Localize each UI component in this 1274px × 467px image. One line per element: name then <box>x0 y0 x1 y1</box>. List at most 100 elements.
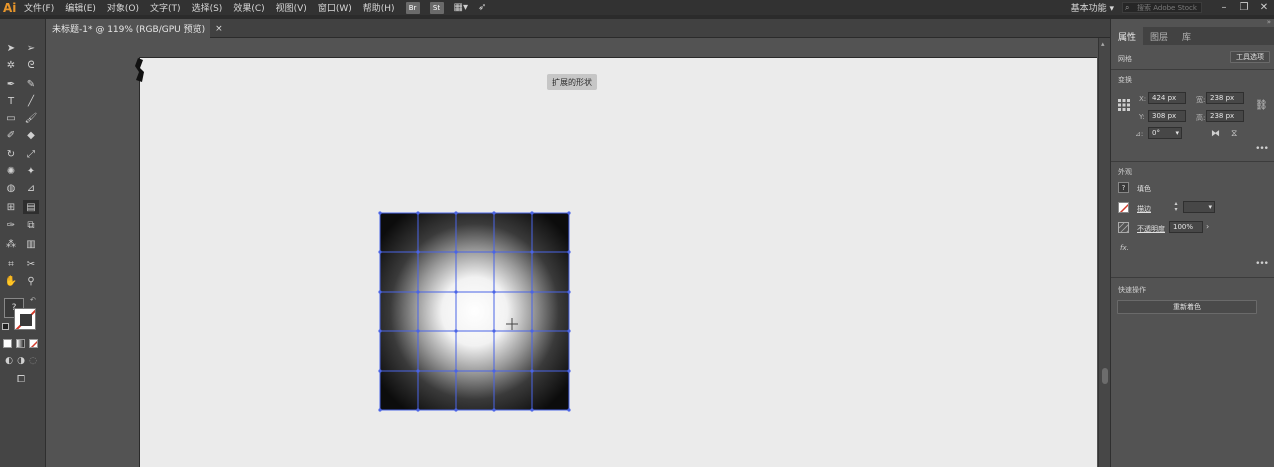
stroke-swatch[interactable] <box>14 308 36 330</box>
blend-tool-icon[interactable]: ⧉ <box>23 218 39 232</box>
scale-tool-icon[interactable]: ⤢ <box>23 147 39 161</box>
menu-view[interactable]: 视图(V) <box>276 1 307 14</box>
stock-button[interactable]: St <box>429 1 444 14</box>
scroll-up-icon[interactable]: ▴ <box>1101 40 1105 48</box>
menu-bar: Ai 文件(F) 编辑(E) 对象(O) 文字(T) 选择(S) 效果(C) 视… <box>0 0 1274 15</box>
color-mode-icon[interactable] <box>3 339 12 348</box>
stroke-label[interactable]: 描边 <box>1137 204 1151 214</box>
gradient-tool-icon[interactable]: ▤ <box>23 200 39 214</box>
gradient-mode-icon[interactable] <box>16 339 25 348</box>
x-field[interactable]: 424 px <box>1148 92 1186 104</box>
quick-actions-title: 快速操作 <box>1118 286 1146 294</box>
tools-panel: ➤ ➢ ✲ ᘓ ✒ ✎ T ╱ ▭ 🖌 ✐ ◆ ↻ ⤢ ✺ ✦ ◍ ⊿ ⊞ ▤ … <box>0 19 46 467</box>
artboard[interactable] <box>139 57 1097 467</box>
chevron-down-icon[interactable]: ▾ <box>1208 203 1212 211</box>
column-graph-tool-icon[interactable]: ▥ <box>23 237 39 251</box>
shape-builder-tool-icon[interactable]: ◍ <box>3 181 19 195</box>
draw-inside-icon[interactable]: ◌ <box>25 354 41 368</box>
link-proportions-icon[interactable]: ⛓ <box>1255 100 1268 111</box>
artboard-corner-marker <box>133 56 147 86</box>
symbol-sprayer-tool-icon[interactable]: ⁂ <box>3 237 19 251</box>
arrange-documents-icon[interactable]: ▦▾ <box>454 2 468 13</box>
tab-layers[interactable]: 图层 <box>1143 27 1175 45</box>
eraser-tool-icon[interactable]: ◆ <box>23 128 39 142</box>
menu-help[interactable]: 帮助(H) <box>363 1 395 14</box>
stroke-swatch-small[interactable] <box>1118 202 1129 213</box>
curvature-tool-icon[interactable]: ✎ <box>23 77 39 91</box>
slice-tool-icon[interactable]: ✂ <box>23 257 39 271</box>
fill-swatch-small[interactable]: ? <box>1118 182 1129 193</box>
rocket-icon[interactable]: ➶ <box>478 2 486 13</box>
screen-mode-icon[interactable]: ⧠ <box>13 372 29 386</box>
stroke-weight-stepper[interactable]: ▴ ▾ <box>1171 201 1181 213</box>
puppet-warp-tool-icon[interactable]: ✦ <box>23 164 39 178</box>
minimize-button[interactable]: – <box>1214 2 1234 13</box>
selection-tool-icon[interactable]: ➤ <box>3 41 19 55</box>
height-label: 高: <box>1196 114 1206 122</box>
rectangle-tool-icon[interactable]: ▭ <box>3 111 19 125</box>
tab-properties[interactable]: 属性 <box>1111 27 1144 45</box>
warp-tool-icon[interactable]: ✺ <box>3 164 19 178</box>
recolor-button[interactable]: 重新着色 <box>1117 300 1257 314</box>
default-colors-icon[interactable] <box>2 323 9 330</box>
reference-point-icon[interactable] <box>1118 99 1130 111</box>
more-options-icon[interactable]: ••• <box>1255 259 1269 269</box>
x-label: X: <box>1139 95 1147 103</box>
paintbrush-tool-icon[interactable]: 🖌 <box>23 111 39 125</box>
bridge-button[interactable]: Br <box>405 1 420 14</box>
chevron-down-icon[interactable]: ▾ <box>1175 129 1179 137</box>
menu-edit[interactable]: 编辑(E) <box>65 1 96 14</box>
shaper-tool-icon[interactable]: ✐ <box>3 128 19 142</box>
artboard-tool-icon[interactable]: ⌗ <box>3 257 19 271</box>
pen-tool-icon[interactable]: ✒ <box>3 77 19 91</box>
type-tool-icon[interactable]: T <box>3 94 19 108</box>
restore-button[interactable]: ❐ <box>1234 2 1254 13</box>
flip-horizontal-icon[interactable]: ⧓ <box>1211 129 1220 139</box>
y-label: Y: <box>1139 113 1145 121</box>
lasso-tool-icon[interactable]: ᘓ <box>23 58 39 72</box>
more-options-icon[interactable]: ••• <box>1255 144 1269 154</box>
width-field[interactable]: 238 px <box>1206 92 1244 104</box>
rotate-tool-icon[interactable]: ↻ <box>3 147 19 161</box>
hand-tool-icon[interactable]: ✋ <box>3 274 19 288</box>
opacity-field[interactable]: 100% <box>1169 221 1203 233</box>
tool-options-button[interactable]: 工具选项 <box>1230 51 1270 63</box>
direct-selection-tool-icon[interactable]: ➢ <box>23 41 39 55</box>
menu-file[interactable]: 文件(F) <box>24 1 54 14</box>
mesh-tool-icon[interactable]: ⊞ <box>3 200 19 214</box>
opacity-label[interactable]: 不透明度 <box>1137 224 1165 234</box>
none-mode-icon[interactable] <box>29 339 38 348</box>
scroll-thumb[interactable] <box>1102 368 1108 384</box>
document-tab-bar: 未标题-1* @ 119% (RGB/GPU 预览) × <box>46 19 1110 38</box>
stock-search-input[interactable]: ⌕ 搜索 Adobe Stock <box>1122 2 1202 13</box>
angle-field[interactable]: 0° ▾ <box>1148 127 1182 139</box>
document-tab[interactable]: 未标题-1* @ 119% (RGB/GPU 预览) × <box>46 19 223 38</box>
properties-panel: » 属性 图层 库 网格 工具选项 变换 X: 424 px 宽: 238 px… <box>1110 18 1274 467</box>
close-window-button[interactable]: ✕ <box>1254 2 1274 13</box>
menu-type[interactable]: 文字(T) <box>150 1 181 14</box>
swap-colors-icon[interactable]: ↶ <box>30 296 36 304</box>
flip-vertical-icon[interactable]: ⧖ <box>1231 129 1237 139</box>
menu-select[interactable]: 选择(S) <box>192 1 223 14</box>
search-icon: ⌕ <box>1125 3 1130 12</box>
height-field[interactable]: 238 px <box>1206 110 1244 122</box>
stroke-weight-field[interactable]: ▾ <box>1183 201 1215 213</box>
transform-title: 变换 <box>1118 76 1132 84</box>
panel-collapse-icon[interactable]: » <box>1267 18 1271 26</box>
chevron-right-icon[interactable]: › <box>1206 222 1209 231</box>
menu-object[interactable]: 对象(O) <box>107 1 139 14</box>
zoom-tool-icon[interactable]: ⚲ <box>23 274 39 288</box>
magic-wand-tool-icon[interactable]: ✲ <box>3 58 19 72</box>
fx-icon[interactable]: fx. <box>1120 244 1129 252</box>
perspective-grid-tool-icon[interactable]: ⊿ <box>23 181 39 195</box>
workspace-switcher[interactable]: 基本功能 ▾ <box>1071 1 1114 14</box>
eyedropper-tool-icon[interactable]: ✑ <box>3 218 19 232</box>
tab-libraries[interactable]: 库 <box>1175 27 1198 45</box>
y-field[interactable]: 308 px <box>1148 110 1186 122</box>
close-tab-icon[interactable]: × <box>215 24 223 34</box>
menu-effect[interactable]: 效果(C) <box>233 1 264 14</box>
line-tool-icon[interactable]: ╱ <box>23 94 39 108</box>
vertical-scrollbar[interactable]: ▴ <box>1098 38 1110 467</box>
workspace-label: 基本功能 <box>1070 4 1107 14</box>
menu-window[interactable]: 窗口(W) <box>318 1 352 14</box>
